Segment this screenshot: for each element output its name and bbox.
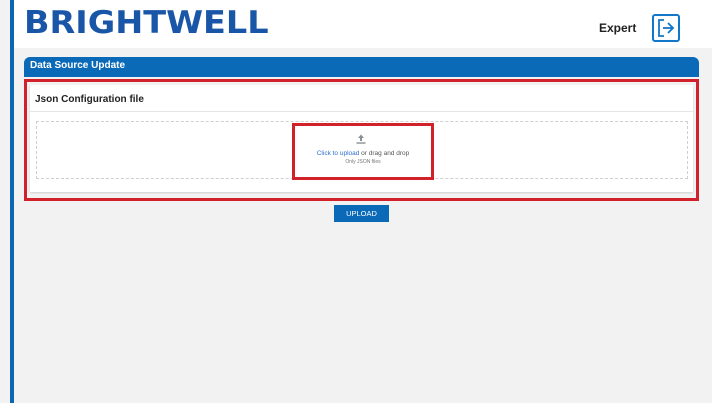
- highlight-box-dropzone: [292, 123, 434, 180]
- brand-logo: BRIGHTWELL: [24, 5, 269, 41]
- app-page: BRIGHTWELL Expert Data Source Update Jso…: [0, 0, 712, 403]
- logout-icon: [658, 19, 675, 37]
- logout-button[interactable]: [652, 14, 680, 42]
- upload-button[interactable]: UPLOAD: [334, 205, 389, 222]
- section-header: Data Source Update: [24, 57, 699, 77]
- user-role-label: Expert: [599, 21, 637, 35]
- section-title: Data Source Update: [30, 60, 126, 71]
- left-accent-rail: [10, 0, 14, 403]
